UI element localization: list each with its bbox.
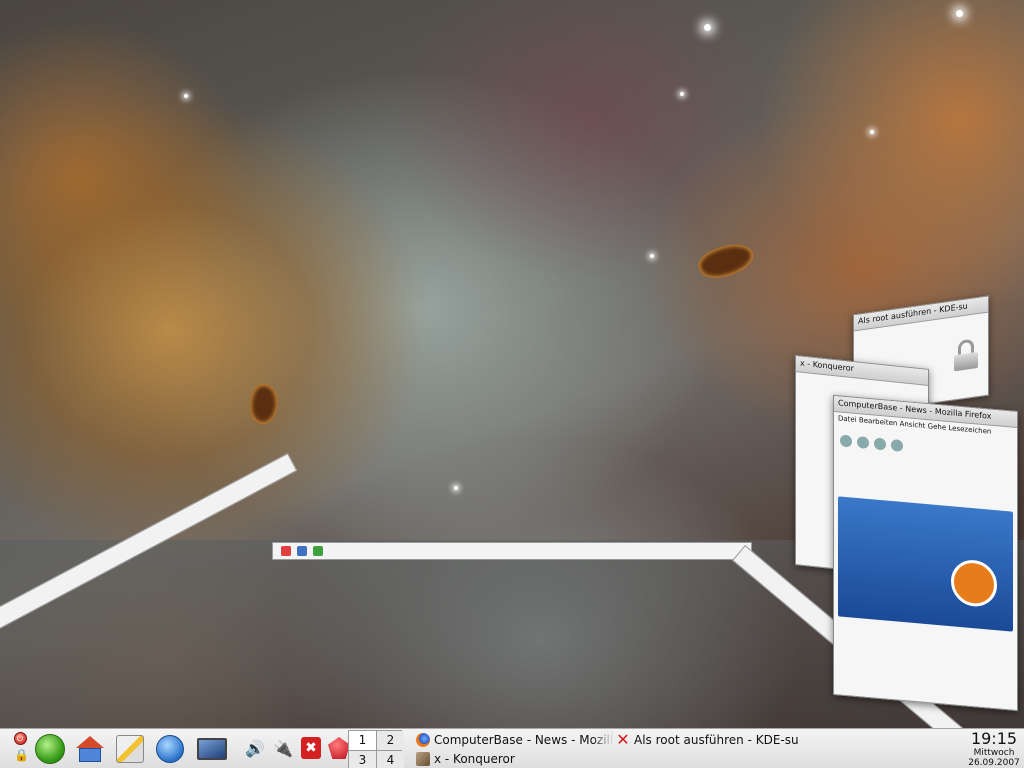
network-icon[interactable]: 🔌 xyxy=(272,735,294,761)
computerbase-logo-icon xyxy=(951,558,997,609)
konqueror-icon xyxy=(416,751,430,766)
star xyxy=(704,24,711,31)
home-icon xyxy=(891,438,903,453)
desktop-wallpaper: Als root ausführen - KDE-su x - Konquero… xyxy=(0,0,1024,728)
taskbar: ComputerBase - News - Mozilla Firefox ✕ … xyxy=(412,729,972,768)
home-folder-icon xyxy=(76,736,104,762)
back-icon xyxy=(840,434,852,448)
star xyxy=(650,254,654,258)
mozilla-toolbar xyxy=(840,434,903,453)
task-konqueror[interactable]: x - Konqueror xyxy=(416,749,515,768)
system-tray: 🔊 🔌 ✖ xyxy=(244,735,350,761)
kdesu-x-icon: ✕ xyxy=(616,729,630,749)
task-kdesu[interactable]: ✕ Als root ausführen - KDE-su xyxy=(616,729,799,749)
korganizer-button[interactable]: ✖ xyxy=(300,735,322,761)
suse-menu-icon xyxy=(35,734,65,764)
star xyxy=(956,10,963,17)
desktop-1[interactable]: 1 xyxy=(349,731,376,750)
task-label: ComputerBase - News - Mozilla Firefox xyxy=(434,732,614,747)
konqueror-globe-icon xyxy=(156,735,184,763)
computerbase-banner xyxy=(838,496,1013,632)
clock-date: 26.09.2007 xyxy=(968,758,1020,768)
star xyxy=(184,94,188,98)
kdesu-window-title: Als root ausführen - KDE-su xyxy=(854,296,988,332)
star xyxy=(680,92,684,96)
ruby-button[interactable] xyxy=(328,735,350,761)
clock-weekday: Mittwoch xyxy=(973,748,1015,758)
clock-time: 19:15 xyxy=(970,729,1018,748)
mini-icon xyxy=(297,546,307,556)
konqueror-button[interactable] xyxy=(154,733,186,765)
logout-icon[interactable]: ⏻ xyxy=(13,732,27,745)
lock-screen-icon[interactable]: 🔒 xyxy=(14,748,29,762)
lock-icon xyxy=(954,338,978,372)
mini-icon xyxy=(313,546,323,556)
star xyxy=(454,486,458,490)
forward-icon xyxy=(857,436,869,450)
task-label: Als root ausführen - KDE-su xyxy=(634,732,799,747)
desktop-screen-icon xyxy=(197,738,227,760)
suse-menu-button[interactable] xyxy=(34,733,66,765)
task-mozilla[interactable]: ComputerBase - News - Mozilla Firefox xyxy=(416,730,614,749)
task-label: x - Konqueror xyxy=(434,751,515,766)
nebula-globule xyxy=(694,237,758,285)
firefox-icon xyxy=(416,732,430,747)
home-folder-button[interactable] xyxy=(74,733,106,765)
mini-icon xyxy=(281,546,291,556)
task-label-fade xyxy=(592,730,614,749)
desktop-pager: 1 2 3 4 xyxy=(348,730,404,768)
desktop-3[interactable]: 3 xyxy=(349,751,376,768)
ruby-icon xyxy=(328,737,350,759)
star xyxy=(870,130,874,134)
desktop-2[interactable]: 2 xyxy=(377,731,404,750)
korganizer-icon: ✖ xyxy=(301,737,321,759)
mozilla-window[interactable]: ComputerBase - News - Mozilla Firefox Da… xyxy=(833,394,1018,712)
clock[interactable]: 19:15 Mittwoch 26.09.2007 xyxy=(966,730,1022,768)
desktop-4[interactable]: 4 xyxy=(377,751,404,768)
system-controls: ⏻ 🔒 xyxy=(12,732,29,766)
text-editor-button[interactable] xyxy=(114,733,146,765)
text-editor-icon xyxy=(116,735,144,763)
cube-face-panel-back xyxy=(272,542,752,560)
show-desktop-button[interactable] xyxy=(196,733,228,765)
nebula-globule xyxy=(246,381,282,427)
reload-icon xyxy=(874,437,886,451)
volume-icon[interactable]: 🔊 xyxy=(244,735,266,761)
kde-panel: ⏻ 🔒 🔊 🔌 ✖ 1 2 3 4 ComputerBase - News - … xyxy=(0,728,1024,768)
